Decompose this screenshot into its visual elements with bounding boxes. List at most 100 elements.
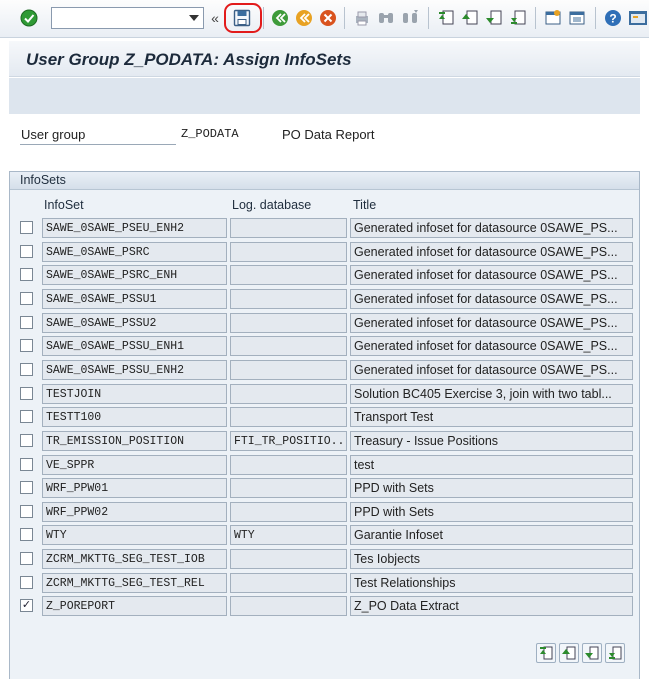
previous-page-icon[interactable] xyxy=(460,8,480,28)
next-page-icon[interactable] xyxy=(582,643,602,663)
row-select-checkbox[interactable] xyxy=(20,457,33,471)
first-page-icon[interactable] xyxy=(436,8,456,28)
title-cell[interactable]: test xyxy=(350,454,633,475)
shortcut-icon[interactable] xyxy=(567,8,587,28)
title-cell[interactable]: Generated infoset for datasource 0SAWE_P… xyxy=(350,312,633,333)
column-header-infoset: InfoSet xyxy=(44,198,84,212)
infoset-cell[interactable]: TR_EMISSION_POSITION xyxy=(42,430,227,451)
log-database-cell[interactable]: FTI_TR_POSITIO... xyxy=(230,430,347,451)
log-database-cell[interactable] xyxy=(230,407,347,428)
table-row: TESTT100 Transport Test xyxy=(0,406,649,428)
title-cell[interactable]: Generated infoset for datasource 0SAWE_P… xyxy=(350,241,633,262)
first-page-icon[interactable] xyxy=(536,643,556,663)
row-select-checkbox[interactable] xyxy=(20,291,33,305)
row-select-checkbox[interactable] xyxy=(20,315,33,329)
infoset-cell[interactable]: SAWE_0SAWE_PSRC_ENH xyxy=(42,265,227,286)
title-cell[interactable]: PPD with Sets xyxy=(350,501,633,522)
find-next-icon[interactable] xyxy=(400,8,420,28)
infoset-cell[interactable]: SAWE_0SAWE_PSSU_ENH2 xyxy=(42,359,227,380)
row-select-checkbox[interactable] xyxy=(20,481,33,495)
log-database-cell[interactable] xyxy=(230,312,347,333)
log-database-cell[interactable] xyxy=(230,359,347,380)
infoset-cell[interactable]: WTY xyxy=(42,525,227,546)
infoset-cell[interactable]: TESTJOIN xyxy=(42,383,227,404)
table-row: VE_SPPR test xyxy=(0,454,649,476)
title-cell[interactable]: Generated infoset for datasource 0SAWE_P… xyxy=(350,288,633,309)
title-cell[interactable]: Treasury - Issue Positions xyxy=(350,430,633,451)
row-select-checkbox[interactable] xyxy=(20,362,33,376)
title-cell[interactable]: Solution BC405 Exercise 3, join with two… xyxy=(350,383,633,404)
row-select-checkbox[interactable] xyxy=(20,339,33,353)
user-group-description: PO Data Report xyxy=(282,127,375,142)
collapse-toolbar-icon[interactable]: « xyxy=(209,8,221,28)
exit-icon[interactable] xyxy=(294,8,314,28)
infoset-cell[interactable]: SAWE_0SAWE_PSSU1 xyxy=(42,288,227,309)
previous-page-icon[interactable] xyxy=(559,643,579,663)
log-database-cell[interactable] xyxy=(230,336,347,357)
infoset-cell[interactable]: WRF_PPW01 xyxy=(42,478,227,499)
infoset-cell[interactable]: SAWE_0SAWE_PSRC xyxy=(42,241,227,262)
table-row: SAWE_0SAWE_PSEU_ENH2 Generated infoset fo… xyxy=(0,217,649,239)
infoset-cell[interactable]: SAWE_0SAWE_PSEU_ENH2 xyxy=(42,218,227,238)
row-select-checkbox[interactable] xyxy=(20,386,33,400)
log-database-cell[interactable] xyxy=(230,383,347,404)
log-database-cell[interactable] xyxy=(230,241,347,262)
customize-icon[interactable] xyxy=(627,8,649,28)
row-select-checkbox[interactable] xyxy=(20,433,33,447)
log-database-cell[interactable] xyxy=(230,501,347,522)
log-database-cell[interactable]: WTY xyxy=(230,525,347,546)
title-cell[interactable]: Generated infoset for datasource 0SAWE_P… xyxy=(350,218,633,238)
row-select-checkbox[interactable]: ✓ xyxy=(20,599,33,613)
help-icon[interactable]: ? xyxy=(603,8,623,28)
title-cell[interactable]: Garantie Infoset xyxy=(350,525,633,546)
infoset-cell[interactable]: ZCRM_MKTTG_SEG_TEST_IOB xyxy=(42,549,227,570)
table-row: SAWE_0SAWE_PSSU2 Generated infoset for da… xyxy=(0,312,649,334)
log-database-cell[interactable] xyxy=(230,572,347,593)
last-page-icon[interactable] xyxy=(508,8,528,28)
table-row: ZCRM_MKTTG_SEG_TEST_REL Test Relationship… xyxy=(0,572,649,594)
title-cell[interactable]: Generated infoset for datasource 0SAWE_P… xyxy=(350,336,633,357)
last-page-icon[interactable] xyxy=(605,643,625,663)
enter-icon[interactable] xyxy=(19,8,39,28)
row-select-checkbox[interactable] xyxy=(20,244,33,258)
back-icon[interactable] xyxy=(270,8,290,28)
title-cell[interactable]: Generated infoset for datasource 0SAWE_P… xyxy=(350,265,633,286)
infoset-cell[interactable]: Z_POREPORT xyxy=(42,596,227,617)
row-select-checkbox[interactable] xyxy=(20,575,33,589)
table-row: TR_EMISSION_POSITION FTI_TR_POSITIO... Tre… xyxy=(0,430,649,452)
find-icon[interactable] xyxy=(376,8,396,28)
log-database-cell[interactable] xyxy=(230,288,347,309)
infoset-cell[interactable]: SAWE_0SAWE_PSSU2 xyxy=(42,312,227,333)
row-select-checkbox[interactable] xyxy=(20,410,33,424)
log-database-cell[interactable] xyxy=(230,478,347,499)
log-database-cell[interactable] xyxy=(230,454,347,475)
title-cell[interactable]: Transport Test xyxy=(350,407,633,428)
title-cell[interactable]: Z_PO Data Extract xyxy=(350,596,633,617)
log-database-cell[interactable] xyxy=(230,218,347,238)
command-field[interactable] xyxy=(51,7,204,29)
row-select-checkbox[interactable] xyxy=(20,552,33,566)
infoset-cell[interactable]: ZCRM_MKTTG_SEG_TEST_REL xyxy=(42,572,227,593)
create-session-icon[interactable] xyxy=(543,8,563,28)
title-cell[interactable]: Tes Iobjects xyxy=(350,549,633,570)
title-cell[interactable]: Test Relationships xyxy=(350,572,633,593)
table-row: WTY WTY Garantie Infoset xyxy=(0,524,649,546)
infoset-cell[interactable]: WRF_PPW02 xyxy=(42,501,227,522)
log-database-cell[interactable] xyxy=(230,596,347,617)
title-cell[interactable]: PPD with Sets xyxy=(350,478,633,499)
next-page-icon[interactable] xyxy=(484,8,504,28)
save-icon[interactable] xyxy=(232,8,252,28)
log-database-cell[interactable] xyxy=(230,265,347,286)
chevron-down-icon[interactable] xyxy=(187,10,201,26)
print-icon[interactable] xyxy=(352,8,372,28)
row-select-checkbox[interactable] xyxy=(20,504,33,518)
row-select-checkbox[interactable] xyxy=(20,268,33,282)
title-cell[interactable]: Generated infoset for datasource 0SAWE_P… xyxy=(350,359,633,380)
cancel-icon[interactable] xyxy=(318,8,338,28)
infoset-cell[interactable]: TESTT100 xyxy=(42,407,227,428)
row-select-checkbox[interactable] xyxy=(20,528,33,542)
row-select-checkbox[interactable] xyxy=(20,221,33,234)
infoset-cell[interactable]: VE_SPPR xyxy=(42,454,227,475)
log-database-cell[interactable] xyxy=(230,549,347,570)
infoset-cell[interactable]: SAWE_0SAWE_PSSU_ENH1 xyxy=(42,336,227,357)
